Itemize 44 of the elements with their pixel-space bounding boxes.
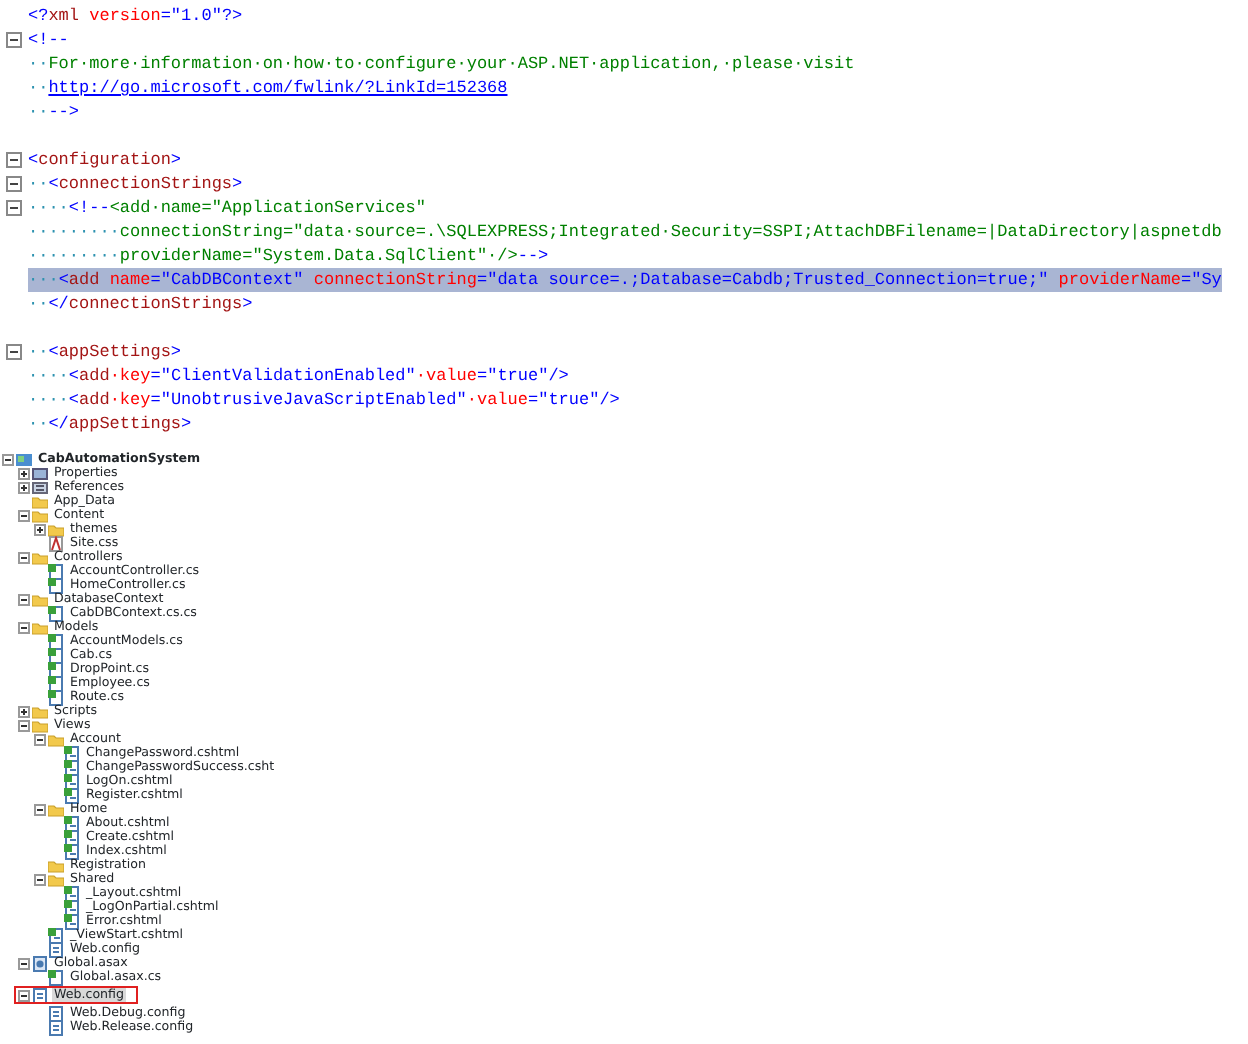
code-line: ··<appSettings>: [28, 340, 182, 364]
code-line: ····<add·key="UnobtrusiveJavaScriptEnabled"·value="true"/>: [28, 388, 620, 412]
code-line: ··http://go.microsoft.com/fwlink/?LinkId=152368: [28, 76, 508, 100]
project-icon: [16, 451, 32, 467]
code-line: <!--: [28, 28, 69, 52]
properties-icon: [32, 465, 48, 481]
expand-icon[interactable]: [18, 481, 30, 493]
collapse-icon[interactable]: [2, 453, 14, 465]
references-icon: [32, 479, 48, 495]
code-line: ····<add·key="ClientValidationEnabled"·value="true"/>: [28, 364, 569, 388]
code-line: ·········providerName="System.Data.SqlClient"·/>-->: [28, 244, 549, 268]
collapse-icon[interactable]: [6, 152, 22, 168]
file-icon: [32, 955, 48, 971]
collapse-icon[interactable]: [18, 621, 30, 633]
code-file-icon: [48, 605, 64, 621]
config-file-icon: [48, 941, 64, 957]
folder-icon: [48, 801, 64, 817]
expand-icon[interactable]: [34, 523, 46, 535]
collapse-icon[interactable]: [6, 200, 22, 216]
collapse-icon[interactable]: [34, 803, 46, 815]
expand-icon[interactable]: [18, 467, 30, 479]
code-line: <configuration>: [28, 148, 182, 172]
collapse-icon[interactable]: [6, 344, 22, 360]
code-line: ··<connectionStrings>: [28, 172, 243, 196]
collapse-icon[interactable]: [18, 509, 30, 521]
code-line: ··</connectionStrings>: [28, 292, 253, 316]
collapse-icon[interactable]: [34, 733, 46, 745]
collapse-icon[interactable]: [18, 719, 30, 731]
code-line: ····<!--<add·name="ApplicationServices": [28, 196, 426, 220]
code-line: ·········connectionString="data·source=.\SQLEXPRESS;Integrated·Security=SSPI;AttachDBFilename=|DataDirectory|aspnetdb: [28, 220, 1222, 244]
collapse-icon[interactable]: [18, 551, 30, 563]
collapse-icon[interactable]: [18, 989, 30, 1001]
code-line: <?xml version="1.0"?>: [28, 4, 243, 28]
expand-icon[interactable]: [18, 705, 30, 717]
collapse-icon[interactable]: [18, 593, 30, 605]
code-line: ··For·more·information·on·how·to·configure·your·ASP.NET·application,·please·visit: [28, 52, 855, 76]
collapse-icon[interactable]: [18, 957, 30, 969]
code-file-icon: [48, 969, 64, 985]
stylesheet-icon: [48, 535, 64, 551]
collapse-icon[interactable]: [6, 32, 22, 48]
collapse-icon[interactable]: [34, 873, 46, 885]
code-line: ··</appSettings>: [28, 412, 192, 436]
collapse-icon[interactable]: [6, 176, 22, 192]
code-line: ··-->: [28, 100, 80, 124]
